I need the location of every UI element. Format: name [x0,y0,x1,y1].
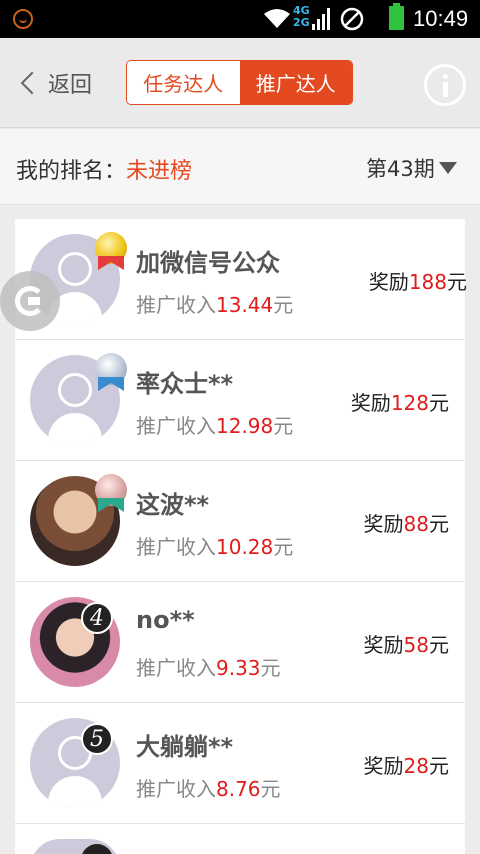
app-notification-icon [13,9,33,29]
header-bar: 返回 任务达人 推广达人 [0,38,480,128]
floating-assistant-icon[interactable] [0,271,60,331]
user-name: 大躺躺** [136,733,234,761]
leaderboard-list: 加微信号公众 推广收入13.44元 奖励188元 率众士** 推广收入12.98… [15,219,467,824]
network-type: 4G 2G [293,5,310,29]
reward: 奖励188元 [369,266,467,295]
reward-value: 58 [403,633,429,657]
user-name: 加微信号公众 [136,249,280,277]
rank-badge: 4 [81,602,113,634]
income-unit: 元 [260,656,281,680]
user-name: 这波** [136,491,210,519]
dropdown-triangle-icon [438,162,457,174]
status-bar: 4G 2G 10:49 [0,0,480,38]
my-ranking-label: 我的排名： [16,159,127,184]
income-label: 推广收入 [136,293,216,317]
promotion-income: 推广收入9.33元 [136,652,281,681]
clock: 10:49 [413,6,469,31]
income-label: 推广收入 [136,414,216,438]
income-value: 13.44 [216,293,274,317]
list-item[interactable]: 加微信号公众 推广收入13.44元 奖励188元 [15,219,467,340]
reward: 奖励88元 [364,508,449,537]
income-unit: 元 [273,293,294,317]
income-unit: 元 [273,414,294,438]
reward-label: 奖励 [363,512,404,536]
battery-icon [389,3,404,30]
list-item-partial[interactable] [15,824,465,854]
reward-unit: 元 [429,391,449,415]
list-item[interactable]: 率众士** 推广收入12.98元 奖励128元 [15,340,465,461]
reward-value: 28 [403,754,429,778]
list-item[interactable]: 5 大躺躺** 推广收入8.76元 奖励28元 [15,703,465,824]
reward-label: 奖励 [368,270,409,294]
income-label: 推广收入 [136,535,216,559]
reward-label: 奖励 [363,754,404,778]
reward-unit: 元 [429,633,449,657]
info-icon[interactable] [424,64,466,106]
reward-value: 88 [403,512,429,536]
promotion-income: 推广收入12.98元 [136,410,293,439]
user-name: no** [136,606,195,634]
ribbon-icon [98,377,124,391]
my-ranking-row: 我的排名：未进榜 第43期 [0,129,480,205]
reward-value: 128 [390,391,429,415]
income-unit: 元 [273,535,294,559]
network-2g-label: 2G [293,16,310,29]
reward: 奖励128元 [351,387,449,416]
ribbon-icon [98,256,124,270]
no-sim-icon [340,7,364,31]
income-unit: 元 [260,777,281,801]
reward-unit: 元 [447,270,467,294]
reward-label: 奖励 [363,633,404,657]
promotion-income: 推广收入8.76元 [136,773,281,802]
income-label: 推广收入 [136,777,216,801]
signal-icon [312,8,330,30]
chevron-left-icon [20,71,44,95]
reward: 奖励28元 [364,750,449,779]
reward-label: 奖励 [350,391,391,415]
promotion-income: 推广收入10.28元 [136,531,293,560]
reward: 奖励58元 [364,629,449,658]
my-ranking: 我的排名：未进榜 [16,153,192,185]
period-selector[interactable]: 第43期 [366,153,457,183]
back-label: 返回 [48,73,93,98]
my-ranking-value: 未进榜 [126,159,193,184]
segmented-tabs: 任务达人 推广达人 [126,60,353,105]
income-value: 8.76 [216,777,261,801]
wifi-icon [264,9,290,28]
tab-promotion-expert[interactable]: 推广达人 [239,61,352,104]
income-value: 12.98 [216,414,274,438]
promotion-income: 推广收入13.44元 [136,289,293,318]
period-label: 第43期 [366,157,435,181]
back-button[interactable]: 返回 [16,66,92,100]
rank-badge: 5 [81,723,113,755]
tab-task-expert[interactable]: 任务达人 [127,61,240,104]
income-value: 10.28 [216,535,274,559]
reward-value: 188 [408,270,447,294]
income-value: 9.33 [216,656,261,680]
reward-unit: 元 [429,754,449,778]
list-item[interactable]: 4 no** 推广收入9.33元 奖励58元 [15,582,465,703]
list-item[interactable]: 这波** 推广收入10.28元 奖励88元 [15,461,465,582]
ribbon-icon [98,498,124,512]
reward-unit: 元 [429,512,449,536]
user-name: 率众士** [136,370,234,398]
income-label: 推广收入 [136,656,216,680]
